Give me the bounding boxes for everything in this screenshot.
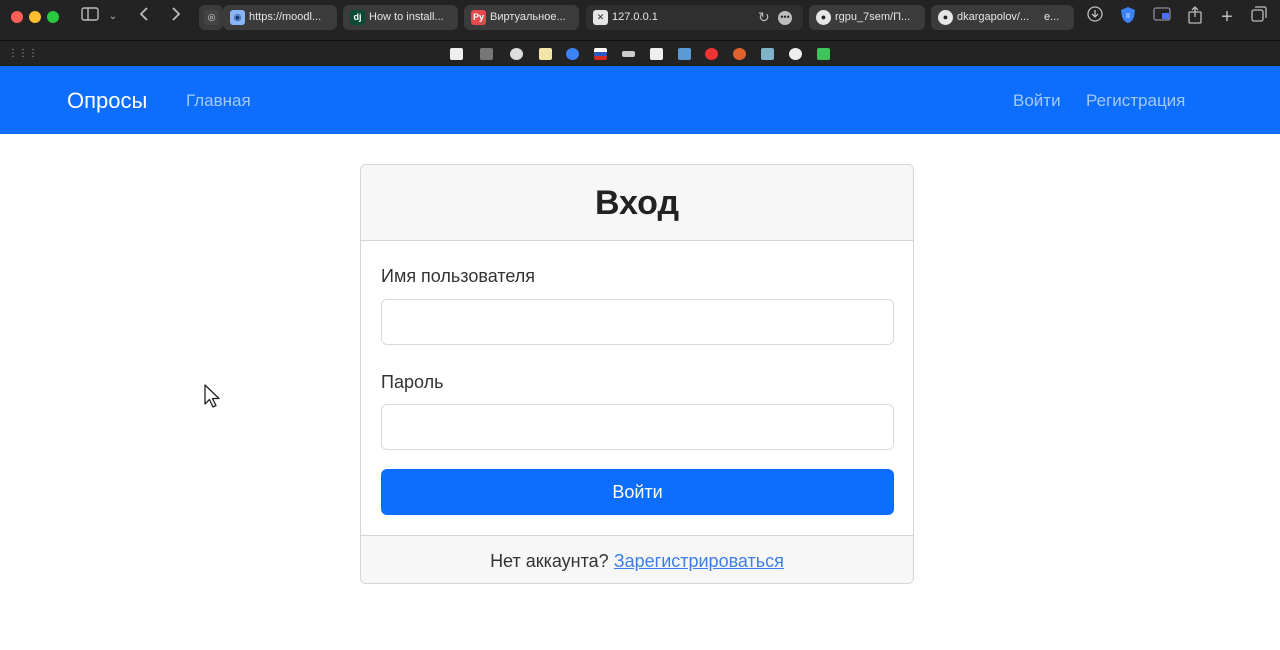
login-form: Имя пользователя Пароль Войти [361, 241, 913, 535]
tab-chatgpt[interactable]: ◎ [199, 5, 223, 30]
nav-register-link[interactable]: Регистрация [1086, 90, 1185, 112]
login-card: Вход Имя пользователя Пароль Войти Нет а… [360, 164, 914, 584]
zoom-window-button[interactable] [47, 11, 59, 23]
chevron-down-icon[interactable]: ⌄ [106, 6, 120, 28]
svg-text:II: II [1126, 13, 1130, 20]
nav-home-link[interactable]: Главная [186, 90, 251, 112]
tab-label: Виртуальное... [490, 11, 566, 23]
bookmark-mail-icon[interactable] [450, 48, 463, 60]
bookmark-ball-icon[interactable] [733, 48, 746, 60]
browser-toolbar: ⌄ ◎ ◉ https://moodl... dj How to install… [0, 0, 1280, 36]
username-input[interactable] [381, 299, 894, 345]
nav-login-link[interactable]: Войти [1013, 90, 1061, 112]
tab-label: е... [1044, 11, 1060, 23]
tab-label: 127.0.0.1 [612, 11, 658, 23]
tab-label: https://moodl... [249, 11, 322, 23]
bookmark-plus-icon[interactable] [789, 48, 802, 60]
minimize-window-button[interactable] [29, 11, 41, 23]
username-label: Имя пользователя [381, 266, 536, 286]
browser-chrome: ⌄ ◎ ◉ https://moodl... dj How to install… [0, 0, 1280, 66]
bookmark-bar-icon[interactable] [622, 51, 635, 57]
django-icon: dj [350, 10, 365, 25]
github-icon: ● [816, 10, 831, 25]
bookmark-m-icon[interactable] [566, 48, 579, 60]
close-icon[interactable]: ✕ [593, 10, 608, 25]
bookmark-clock-icon[interactable] [705, 48, 718, 60]
site-navbar: Опросы Главная Войти Регистрация [0, 66, 1280, 134]
bookmark-chat-icon[interactable] [510, 48, 523, 60]
bookmark-calendar-icon[interactable] [650, 48, 663, 60]
tab-github-dkargapolov[interactable]: ● dkargapolov/... [931, 5, 1046, 30]
bookmark-arrow-icon[interactable] [817, 48, 830, 60]
tab-python[interactable]: Py Виртуальное... [464, 5, 579, 30]
card-footer: Нет аккаунта? Зарегистрироваться [361, 535, 913, 583]
mouse-cursor-icon [204, 384, 222, 415]
download-icon[interactable] [1086, 6, 1104, 28]
tab-localhost[interactable]: ✕ 127.0.0.1 ↻ ••• [586, 5, 803, 30]
share-icon[interactable] [1186, 6, 1204, 28]
sidebar-toggle-icon[interactable] [80, 6, 100, 28]
chatgpt-icon: ◎ [204, 10, 219, 25]
apps-grid-icon[interactable]: ⋮⋮⋮ [8, 49, 38, 59]
close-window-button[interactable] [11, 11, 23, 23]
back-button[interactable] [136, 6, 152, 28]
password-input[interactable] [381, 404, 894, 450]
bookmark-flag-icon[interactable] [594, 48, 607, 60]
page-title: Вход [594, 184, 680, 222]
tab-label: rgpu_7sem/П... [835, 11, 911, 23]
login-submit-button[interactable]: Войти [381, 469, 894, 515]
tab-label: dkargapolov/... [957, 11, 1030, 23]
bookmark-file-icon[interactable] [678, 48, 691, 60]
bookmarks-bar: ⋮⋮⋮ [0, 40, 1280, 66]
register-link[interactable]: Зарегистрироваться [614, 551, 784, 571]
reload-icon[interactable]: ↻ [758, 5, 770, 30]
footer-text: Нет аккаунта? [490, 551, 609, 571]
password-label: Пароль [381, 372, 444, 392]
bookmark-grid-icon[interactable] [480, 48, 493, 60]
tab-github-rgpu[interactable]: ● rgpu_7sem/П... [809, 5, 925, 30]
more-icon[interactable]: ••• [778, 11, 792, 25]
tab-overview-icon[interactable] [1250, 6, 1268, 28]
tab-moodle[interactable]: ◉ https://moodl... [223, 5, 337, 30]
tab-label: How to install... [369, 11, 444, 23]
card-header: Вход [361, 165, 913, 241]
globe-icon: ◉ [230, 10, 245, 25]
tab-overflow[interactable]: е... [1038, 5, 1074, 30]
picture-in-picture-icon[interactable] [1152, 6, 1172, 28]
forward-button[interactable] [168, 6, 184, 28]
bookmark-notes-icon[interactable] [539, 48, 552, 60]
github-icon: ● [938, 10, 953, 25]
bookmark-robot-icon[interactable] [761, 48, 774, 60]
new-tab-button[interactable]: + [1218, 6, 1236, 28]
tab-django[interactable]: dj How to install... [343, 5, 458, 30]
brand-link[interactable]: Опросы [67, 88, 147, 114]
shield-icon[interactable]: II [1118, 6, 1138, 28]
python-icon: Py [471, 10, 486, 25]
